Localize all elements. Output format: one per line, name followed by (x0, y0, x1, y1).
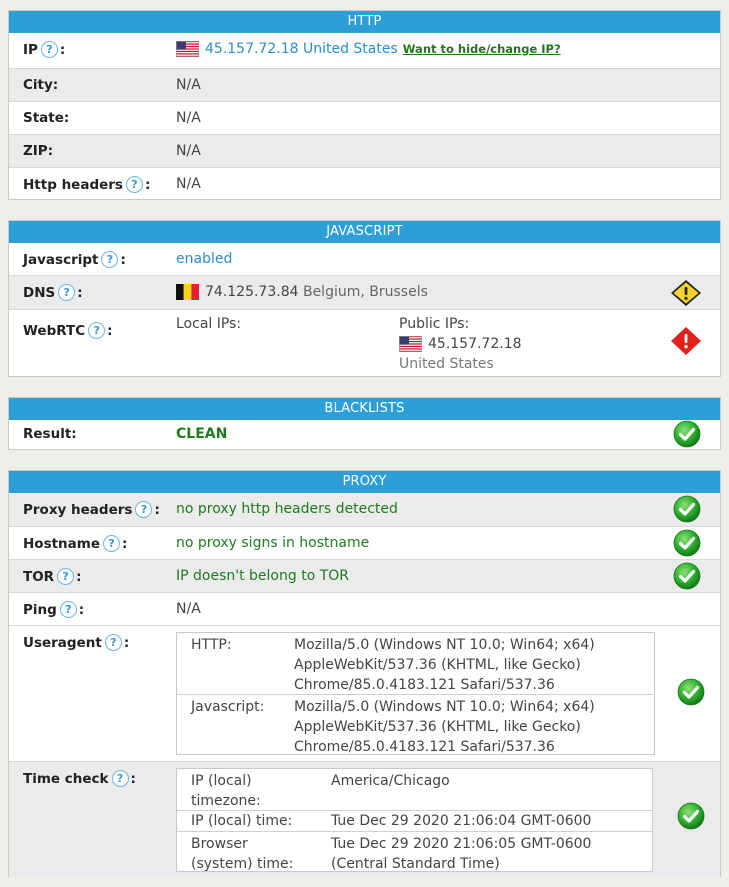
tz-value: America/Chicago (331, 773, 450, 789)
green-check-icon (673, 562, 701, 590)
browser-time-value: Tue Dec 29 2020 21:06:05 GMT-0600 (Centr… (331, 836, 592, 872)
proxy-headers-label: Proxy headers (23, 501, 133, 518)
http-state-row: State: N/A (9, 101, 720, 134)
proxy-tor-row: TOR?: IP doesn't belong to TOR (9, 559, 720, 592)
dns-ip: 74.125.73.84 (205, 284, 299, 300)
http-panel-header: HTTP (9, 11, 720, 33)
question-mark-icon[interactable]: ? (103, 535, 121, 552)
local-time-key: IP (local) time: (191, 813, 293, 829)
question-mark-icon[interactable]: ? (40, 41, 58, 58)
webrtc-label: WebRTC (23, 322, 86, 339)
http-zip-row: ZIP: N/A (9, 134, 720, 167)
http-headers-row: Http headers?: N/A (9, 167, 720, 199)
green-check-icon (673, 495, 701, 523)
javascript-value: enabled (176, 251, 233, 267)
http-city-row: City: N/A (9, 68, 720, 101)
ping-value: N/A (176, 601, 201, 617)
question-mark-icon[interactable]: ? (88, 322, 106, 339)
javascript-panel: JAVASCRIPT Javascript?: enabled DNS?: 74… (8, 220, 721, 377)
javascript-label: Javascript (23, 251, 99, 268)
timecheck-label: Time check (23, 770, 109, 787)
green-check-icon (673, 420, 701, 448)
result-label: Result: (23, 426, 77, 442)
us-flag-icon (176, 41, 199, 57)
belgium-flag-icon (176, 284, 199, 300)
dns-row: DNS?: 74.125.73.84 Belgium, Brussels (9, 275, 720, 309)
city-label: City: (23, 77, 59, 93)
public-ips-label: Public IPs: (399, 316, 470, 332)
local-time-row: IP (local) time: Tue Dec 29 2020 21:06:0… (177, 810, 652, 831)
http-headers-label: Http headers (23, 176, 123, 193)
ua-js-value: Mozilla/5.0 (Windows NT 10.0; Win64; x64… (294, 699, 595, 755)
ua-js-key: Javascript: (191, 699, 265, 715)
state-label: State: (23, 110, 70, 126)
blacklists-result-row: Result: CLEAN (9, 420, 720, 449)
question-mark-icon[interactable]: ? (135, 501, 153, 518)
webrtc-row: WebRTC?: Local IPs: Public IPs: 45.157.7… (9, 309, 720, 377)
blacklists-panel: BLACKLISTS Result: CLEAN (8, 397, 721, 450)
ip-country: United States (302, 41, 398, 57)
question-mark-icon[interactable]: ? (125, 176, 143, 193)
local-time-value: Tue Dec 29 2020 21:06:04 GMT-0600 (331, 813, 592, 829)
useragent-table: HTTP: Mozilla/5.0 (Windows NT 10.0; Win6… (176, 632, 655, 755)
js-enabled-row: Javascript?: enabled (23, 251, 233, 268)
tz-row: IP (local) timezone: America/Chicago (177, 769, 652, 810)
proxy-headers-row: Proxy headers?: no proxy http headers de… (9, 493, 720, 526)
ua-http-row: HTTP: Mozilla/5.0 (Windows NT 10.0; Win6… (177, 633, 654, 694)
zip-value: N/A (176, 143, 201, 159)
dns-location: Belgium, Brussels (302, 284, 428, 300)
ua-js-row: Javascript: Mozilla/5.0 (Windows NT 10.0… (177, 694, 654, 755)
timecheck-table: IP (local) timezone: America/Chicago IP … (176, 768, 653, 872)
browser-time-key: Browser (system) time: (191, 836, 294, 872)
question-mark-icon[interactable]: ? (59, 601, 77, 618)
green-check-icon (677, 802, 705, 830)
public-country: United States (399, 356, 494, 372)
public-ip: 45.157.72.18 (428, 336, 522, 352)
red-alert-icon (671, 327, 701, 355)
green-check-icon (673, 529, 701, 557)
question-mark-icon[interactable]: ? (58, 284, 76, 301)
green-check-icon (677, 678, 705, 706)
question-mark-icon[interactable]: ? (111, 770, 129, 787)
dns-label: DNS (23, 284, 56, 301)
ua-http-value: Mozilla/5.0 (Windows NT 10.0; Win64; x64… (294, 637, 595, 693)
proxy-ping-row: Ping?: N/A (9, 592, 720, 625)
tor-value: IP doesn't belong to TOR (176, 568, 350, 584)
proxy-headers-value: no proxy http headers detected (176, 501, 398, 517)
city-value: N/A (176, 77, 201, 93)
tor-label: TOR (23, 568, 55, 585)
hostname-value: no proxy signs in hostname (176, 535, 370, 551)
browser-time-row: Browser (system) time: Tue Dec 29 2020 2… (177, 831, 652, 872)
blacklists-panel-header: BLACKLISTS (9, 398, 720, 420)
ip-value[interactable]: 45.157.72.18 (205, 41, 299, 57)
proxy-timecheck-row: Time check?: IP (local) timezone: Americ… (9, 761, 720, 877)
ip-label: IP (23, 41, 38, 58)
result-value: CLEAN (176, 426, 228, 442)
question-mark-icon[interactable]: ? (57, 568, 75, 585)
proxy-useragent-row: Useragent?: HTTP: Mozilla/5.0 (Windows N… (9, 625, 720, 761)
http-headers-value: N/A (176, 176, 201, 192)
http-panel: HTTP IP?: 45.157.72.18 United States Wan… (8, 10, 721, 200)
javascript-panel-header: JAVASCRIPT (9, 221, 720, 243)
ua-http-key: HTTP: (191, 637, 232, 653)
state-value: N/A (176, 110, 201, 126)
public-ips-block: Public IPs: 45.157.72.18 United States (399, 316, 522, 372)
proxy-hostname-row: Hostname?: no proxy signs in hostname (9, 526, 720, 559)
local-ips-label: Local IPs: (176, 316, 242, 332)
hostname-label: Hostname (23, 535, 101, 552)
zip-label: ZIP: (23, 143, 54, 159)
question-mark-icon[interactable]: ? (101, 251, 119, 268)
hide-ip-link[interactable]: Want to hide/change IP? (403, 42, 561, 56)
us-flag-icon (399, 336, 422, 352)
useragent-label: Useragent (23, 634, 102, 651)
http-ip-row: IP?: 45.157.72.18 United States Want to … (23, 41, 561, 58)
yellow-warning-icon (671, 280, 701, 306)
proxy-panel-header: PROXY (9, 471, 720, 493)
tz-key: IP (local) timezone: (191, 773, 261, 809)
ping-label: Ping (23, 601, 57, 618)
proxy-panel: PROXY Proxy headers?: no proxy http head… (8, 470, 721, 877)
question-mark-icon[interactable]: ? (104, 634, 122, 651)
